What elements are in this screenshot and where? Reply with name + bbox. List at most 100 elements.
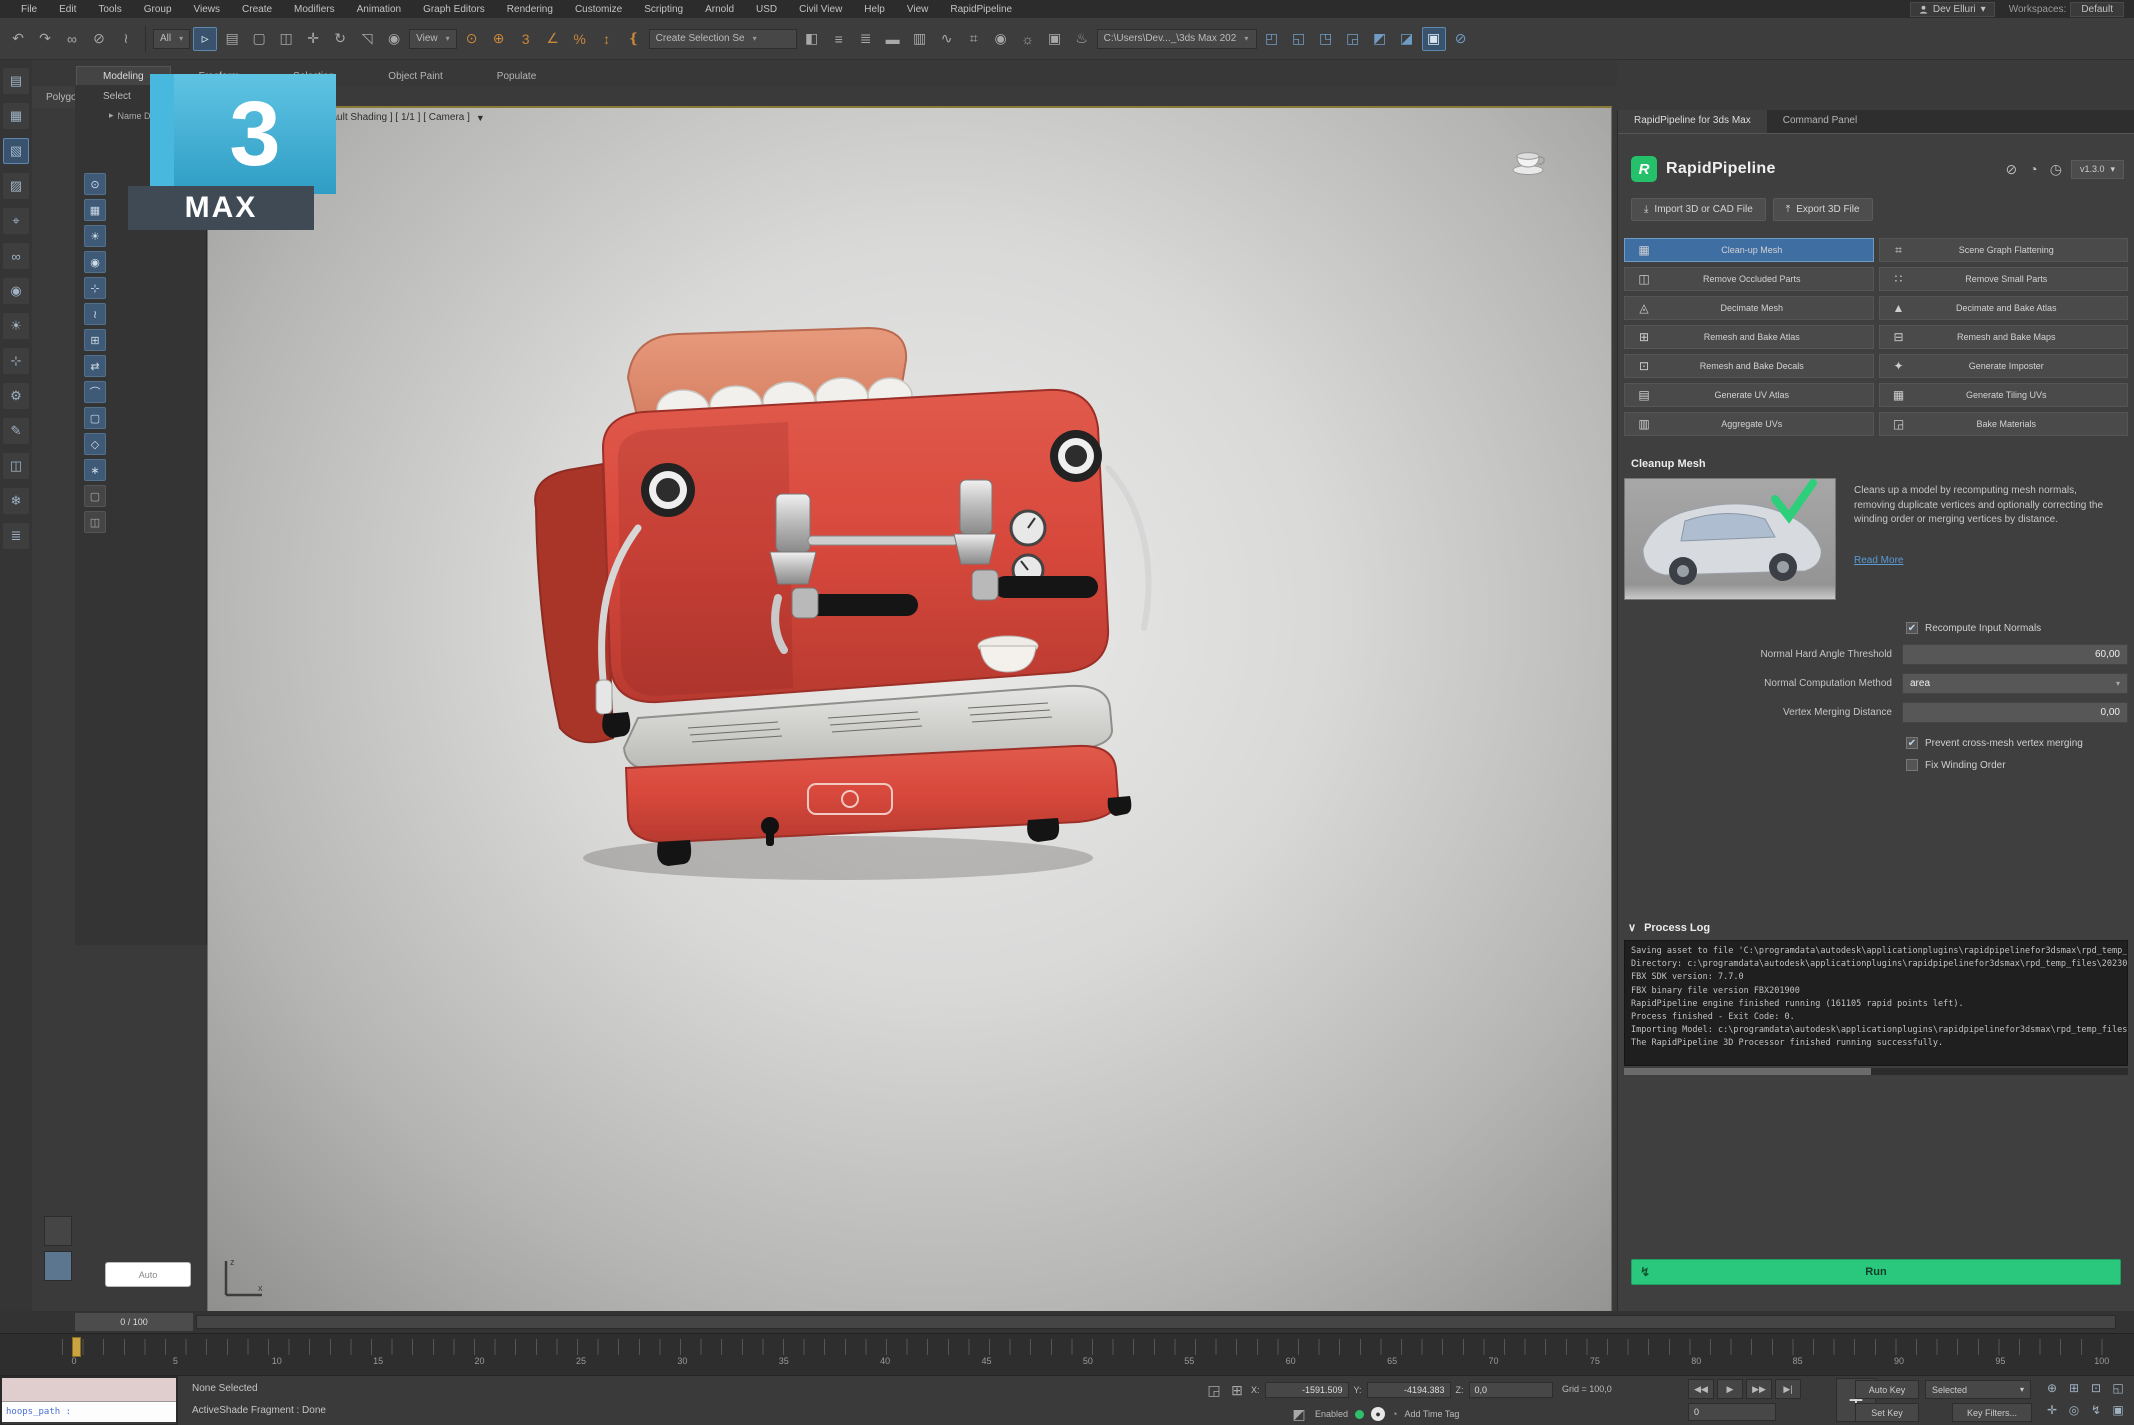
select-by-name-icon[interactable]: ▤ xyxy=(220,27,244,51)
ribbon-tab[interactable]: Populate xyxy=(471,67,562,86)
rotate-icon[interactable]: ↻ xyxy=(328,27,352,51)
docs-icon[interactable]: ◔ xyxy=(2029,161,2037,177)
x-container-icon[interactable]: ▢ xyxy=(84,407,106,429)
percent-snap-icon[interactable]: % xyxy=(568,27,592,51)
preset-remesh-and-bake-decals[interactable]: ⊡ Remesh and Bake Decals xyxy=(1624,354,1874,378)
prevent-merge-checkbox[interactable]: ✔ xyxy=(1906,737,1918,749)
select-link-icon[interactable]: ∞ xyxy=(60,27,84,51)
zoom-extents-icon[interactable]: ⊡ xyxy=(2086,1378,2106,1398)
menu-item[interactable]: RapidPipeline xyxy=(939,4,1023,15)
import-button[interactable]: ⤓ Import 3D or CAD File xyxy=(1631,198,1766,221)
scene-explorer-icon[interactable]: ▥ xyxy=(908,27,932,51)
x-all-icon[interactable]: ∗ xyxy=(84,459,106,481)
x-select-icon[interactable]: ⊙ xyxy=(84,173,106,195)
layers-side-icon[interactable]: ≣ xyxy=(3,523,29,549)
systems-icon[interactable]: ⚙ xyxy=(3,383,29,409)
track-strip[interactable] xyxy=(196,1315,2116,1329)
prevent-merge-row[interactable]: ✔ Prevent cross-mesh vertex merging xyxy=(1906,737,2134,749)
set-key-button[interactable]: Set Key xyxy=(1855,1403,1919,1422)
project-folder-dropdown[interactable]: C:\Users\Dev..._\3ds Max 202 ▾ xyxy=(1097,29,1257,49)
timeline-playhead[interactable] xyxy=(72,1337,81,1357)
scene-d-icon[interactable]: ▨ xyxy=(3,173,29,199)
frame-window-icon[interactable]: ▣ xyxy=(1043,27,1067,51)
preset-decimate-and-bake-atlas[interactable]: ▲ Decimate and Bake Atlas xyxy=(1879,296,2129,320)
menu-item[interactable]: Rendering xyxy=(496,4,564,15)
named-selection-sets-input[interactable]: Create Selection Se ▾ xyxy=(649,29,797,49)
pan-icon[interactable]: ✛ xyxy=(2042,1400,2062,1420)
walk-through-icon[interactable]: ↯ xyxy=(2086,1400,2106,1420)
selection-lock-icon[interactable]: ⊞ xyxy=(1228,1381,1246,1399)
z-coordinate-field[interactable]: 0,0 xyxy=(1469,1382,1553,1398)
spinner-snap-icon[interactable]: ↕ xyxy=(595,27,619,51)
go-to-end-icon[interactable]: ▶| xyxy=(1775,1379,1801,1399)
recompute-normals-checkbox[interactable]: ✔ xyxy=(1906,622,1918,634)
x-group-icon[interactable]: ⊞ xyxy=(84,329,106,351)
auto-key-button[interactable]: Auto Key xyxy=(1855,1380,1919,1399)
toggle-ribbon-icon[interactable]: ▬ xyxy=(881,27,905,51)
preset-generate-tiling-uvs[interactable]: ▦ Generate Tiling UVs xyxy=(1879,383,2129,407)
log-scrollbar[interactable] xyxy=(1624,1068,2128,1075)
espresso-machine-model[interactable] xyxy=(508,298,1188,898)
adaptive-degradation-icon[interactable]: ◩ xyxy=(1290,1405,1308,1423)
lock-icon[interactable]: ● xyxy=(1371,1407,1385,1421)
reference-coordinate-dropdown[interactable]: View ▾ xyxy=(409,29,457,49)
fix-winding-checkbox[interactable] xyxy=(1906,759,1918,771)
display-icon[interactable]: ◫ xyxy=(3,453,29,479)
selection-set-dropdown[interactable]: Selected ▾ xyxy=(1925,1380,2031,1399)
plugin-f-icon[interactable]: ◪ xyxy=(1395,27,1419,51)
menu-item[interactable]: Civil View xyxy=(788,4,853,15)
maxscript-mini-listener[interactable]: hoops_path : xyxy=(0,1376,178,1425)
y-coordinate-field[interactable]: -4194.383 xyxy=(1367,1382,1451,1398)
scene-b-icon[interactable]: ▦ xyxy=(3,103,29,129)
log-scrollbar-thumb[interactable] xyxy=(1624,1068,1871,1075)
plugin-e-icon[interactable]: ◩ xyxy=(1368,27,1392,51)
plugin-c-icon[interactable]: ◳ xyxy=(1314,27,1338,51)
x-spacewarp-icon[interactable]: ≀ xyxy=(84,303,106,325)
website-icon[interactable]: ⊘ xyxy=(2006,161,2018,178)
placement-icon[interactable]: ◉ xyxy=(382,27,406,51)
fix-winding-row[interactable]: Fix Winding Order xyxy=(1906,759,2134,771)
x-shape-icon[interactable]: ◇ xyxy=(84,433,106,455)
perspective-viewport[interactable]: [ High Quality ] [ Default Shading ] [ 1… xyxy=(207,106,1612,1311)
x-helper-icon[interactable]: ⊹ xyxy=(84,277,106,299)
x-coordinate-field[interactable]: -1591.509 xyxy=(1265,1382,1349,1398)
read-more-link[interactable]: Read More xyxy=(1854,554,1903,569)
angle-snap-icon[interactable]: ∠ xyxy=(541,27,565,51)
x-mesh-icon[interactable]: ▦ xyxy=(84,199,106,221)
render-teapot-icon[interactable]: ♨ xyxy=(1070,27,1094,51)
links-icon[interactable]: ∞ xyxy=(3,243,29,269)
x-light-icon[interactable]: ☀ xyxy=(84,225,106,247)
redo-icon[interactable]: ↷ xyxy=(33,27,57,51)
camera-add-icon[interactable]: ◉ xyxy=(3,278,29,304)
preset-remesh-and-bake-maps[interactable]: ⊟ Remesh and Bake Maps xyxy=(1879,325,2129,349)
computation-method-dropdown[interactable]: area ▾ xyxy=(1902,673,2128,694)
menu-item[interactable]: Arnold xyxy=(694,4,745,15)
preset-scene-graph-flattening[interactable]: ⌗ Scene Graph Flattening xyxy=(1879,238,2129,262)
x-xref-icon[interactable]: ⇄ xyxy=(84,355,106,377)
utilities-icon[interactable]: ✎ xyxy=(3,418,29,444)
freeze-icon[interactable]: ❄ xyxy=(3,488,29,514)
preset-generate-uv-atlas[interactable]: ▤ Generate UV Atlas xyxy=(1624,383,1874,407)
zoom-all-icon[interactable]: ⊞ xyxy=(2064,1378,2084,1398)
x-camera-icon[interactable]: ◉ xyxy=(84,251,106,273)
version-dropdown[interactable]: v1.3.0 ▾ xyxy=(2071,160,2124,179)
frame-counter[interactable]: 0 / 100 xyxy=(75,1313,193,1331)
maximize-viewport-icon[interactable]: ▣ xyxy=(2108,1400,2128,1420)
menu-item[interactable]: Group xyxy=(133,4,183,15)
bind-spacewarp-icon[interactable]: ≀ xyxy=(114,27,138,51)
panel-tab[interactable]: Command Panel xyxy=(1767,110,1873,133)
ribbon-tab[interactable]: Object Paint xyxy=(362,67,468,86)
scene-c-icon[interactable]: ▧ xyxy=(3,138,29,164)
layout-tab-2[interactable] xyxy=(44,1251,72,1281)
scale-icon[interactable]: ◹ xyxy=(355,27,379,51)
go-to-start-icon[interactable]: ◀◀ xyxy=(1688,1379,1714,1399)
helpers-icon[interactable]: ⊹ xyxy=(3,348,29,374)
add-time-tag[interactable]: Add Time Tag xyxy=(1404,1409,1459,1419)
preset-cleanup-mesh[interactable]: ▦ Clean-up Mesh xyxy=(1624,238,1874,262)
menu-item[interactable]: File xyxy=(10,4,48,15)
layer-manager-icon[interactable]: ≣ xyxy=(854,27,878,51)
plugin-d-icon[interactable]: ◲ xyxy=(1341,27,1365,51)
isolate-selection-icon[interactable]: ◲ xyxy=(1205,1381,1223,1399)
panel-tab[interactable]: RapidPipeline for 3ds Max xyxy=(1618,110,1767,133)
window-crossing-icon[interactable]: ◫ xyxy=(274,27,298,51)
